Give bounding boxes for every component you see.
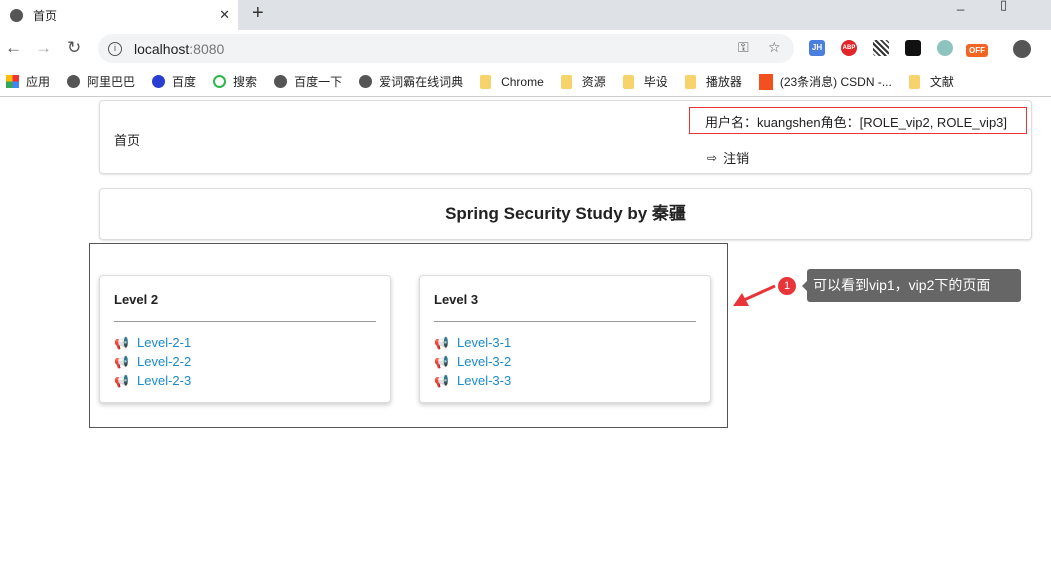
bookmarks-bar: 应用 阿里巴巴 百度 搜索 百度一下 爱词霸在线词典 Chrome 资源 毕设 …: [0, 67, 1051, 97]
bookmark-label: 搜索: [233, 75, 258, 89]
annotation-badge: 1: [778, 277, 796, 295]
forward-button[interactable]: →: [35, 38, 52, 58]
globe-icon: [359, 75, 373, 88]
level-title: Level 2: [114, 292, 159, 307]
bullhorn-icon: 📢: [434, 373, 449, 388]
folder-icon: [560, 74, 572, 89]
bookmark-label: (23条消息) CSDN -...: [779, 75, 892, 89]
back-button[interactable]: ←: [5, 38, 22, 58]
url-port: :8080: [189, 40, 225, 57]
bookmark-iciba[interactable]: 爱词霸在线词典: [359, 73, 463, 90]
maximize-button[interactable]: ▯: [1000, 0, 1007, 13]
header-card: 首页 用户名：kuangshen角色：[ROLE_vip2, ROLE_vip3…: [99, 100, 1032, 174]
toolbar: ← → ↻ i localhost:8080 ⚿ ☆ JH ABP OFF: [0, 30, 1051, 67]
bullhorn-icon: 📢: [434, 335, 449, 350]
home-link[interactable]: 首页: [114, 130, 140, 149]
annotation-tooltip: 可以看到vip1，vip2下的页面: [802, 269, 1021, 302]
tampermonkey-icon[interactable]: [905, 40, 921, 56]
url-host: localhost: [134, 40, 190, 57]
new-tab-button[interactable]: +: [252, 2, 264, 25]
off-extension-icon[interactable]: OFF: [966, 44, 988, 57]
logout-label: 注销: [723, 151, 750, 166]
level-link[interactable]: 📢 Level-3-1: [434, 333, 511, 352]
globe-icon: [10, 8, 23, 22]
link-label: Level-2-1: [137, 335, 192, 350]
folder-icon: [480, 74, 492, 89]
qr-code-icon[interactable]: [873, 40, 889, 56]
bookmark-label: 播放器: [705, 75, 742, 89]
address-bar[interactable]: i localhost:8080 ⚿ ☆: [98, 34, 794, 63]
link-label: Level-3-2: [457, 354, 512, 369]
folder-icon: [622, 74, 634, 89]
info-icon[interactable]: i: [108, 41, 122, 56]
baidu-paw-icon: [152, 75, 166, 88]
bookmark-label: 阿里巴巴: [87, 75, 136, 89]
bookmark-label: 文献: [929, 75, 954, 89]
close-tab-icon[interactable]: ✕: [219, 7, 230, 23]
link-label: Level-3-1: [457, 335, 512, 350]
jh-extension-icon[interactable]: JH: [809, 40, 825, 56]
sign-out-icon: ⇨: [707, 150, 718, 165]
cat-extension-icon[interactable]: [937, 40, 953, 56]
key-icon[interactable]: ⚿: [738, 39, 749, 56]
bookmark-resources-folder[interactable]: 资源: [560, 73, 606, 90]
bookmark-bishe-folder[interactable]: 毕设: [622, 73, 668, 90]
minimize-button[interactable]: _: [957, 0, 964, 11]
user-info: 用户名：kuangshen角色：[ROLE_vip2, ROLE_vip3]: [689, 107, 1027, 134]
profile-avatar-icon[interactable]: [1013, 40, 1031, 58]
level-2-card: Level 2 📢 Level-2-1 📢 Level-2-2 📢 Level-2-3: [99, 275, 391, 403]
level-3-card: Level 3 📢 Level-3-1 📢 Level-3-2 📢 Level-3-3: [419, 275, 711, 403]
level-link[interactable]: 📢 Level-3-3: [434, 371, 511, 390]
globe-icon: [274, 75, 288, 88]
tab-bar: 首页 ✕ + _ ▯: [0, 0, 1051, 30]
level-title: Level 3: [434, 292, 479, 307]
level-link[interactable]: 📢 Level-2-3: [114, 371, 191, 390]
search-q-icon: [213, 75, 227, 88]
reload-button[interactable]: ↻: [67, 38, 81, 58]
bookmark-label: 百度: [172, 75, 197, 89]
bullhorn-icon: 📢: [434, 354, 449, 369]
bookmark-literature-folder[interactable]: 文献: [908, 73, 954, 90]
bookmark-apps[interactable]: 应用: [6, 73, 50, 90]
link-label: Level-3-3: [457, 373, 512, 388]
apps-grid-icon: [6, 75, 19, 88]
annotation-arrow-icon: [733, 284, 776, 306]
bookmark-baidu[interactable]: 百度: [152, 73, 196, 90]
bullhorn-icon: 📢: [114, 373, 129, 388]
logout-link[interactable]: ⇨ 注销: [707, 148, 749, 167]
link-label: Level-2-3: [137, 373, 192, 388]
bookmark-chrome-folder[interactable]: Chrome: [480, 74, 544, 89]
page-title: Spring Security Study by 秦疆: [99, 188, 1032, 240]
folder-icon: [908, 74, 920, 89]
bookmark-label: Chrome: [501, 74, 544, 89]
adblock-icon[interactable]: ABP: [841, 40, 857, 56]
bullhorn-icon: 📢: [114, 354, 129, 369]
bullhorn-icon: 📢: [114, 335, 129, 350]
csdn-icon: [758, 73, 773, 90]
bookmark-csdn[interactable]: (23条消息) CSDN -...: [758, 73, 892, 90]
bookmark-alibaba[interactable]: 阿里巴巴: [67, 73, 135, 90]
level-link[interactable]: 📢 Level-3-2: [434, 352, 511, 371]
star-icon[interactable]: ☆: [768, 39, 781, 56]
bookmark-search[interactable]: 搜索: [213, 73, 257, 90]
link-label: Level-2-2: [137, 354, 192, 369]
divider: [434, 321, 696, 322]
bookmark-label: 毕设: [643, 75, 668, 89]
bookmark-label: 爱词霸在线词典: [379, 75, 464, 89]
bookmark-player-folder[interactable]: 播放器: [684, 73, 742, 90]
level-link[interactable]: 📢 Level-2-1: [114, 333, 191, 352]
bookmark-baidu-yixia[interactable]: 百度一下: [274, 73, 342, 90]
globe-icon: [67, 75, 81, 88]
level-link[interactable]: 📢 Level-2-2: [114, 352, 191, 371]
browser-tab[interactable]: 首页 ✕: [0, 0, 238, 30]
tab-title: 首页: [33, 8, 58, 23]
bookmark-label: 百度一下: [294, 75, 343, 89]
bookmark-label: 资源: [581, 75, 606, 89]
bookmark-label: 应用: [26, 75, 51, 89]
divider: [114, 321, 376, 322]
folder-icon: [684, 74, 696, 89]
